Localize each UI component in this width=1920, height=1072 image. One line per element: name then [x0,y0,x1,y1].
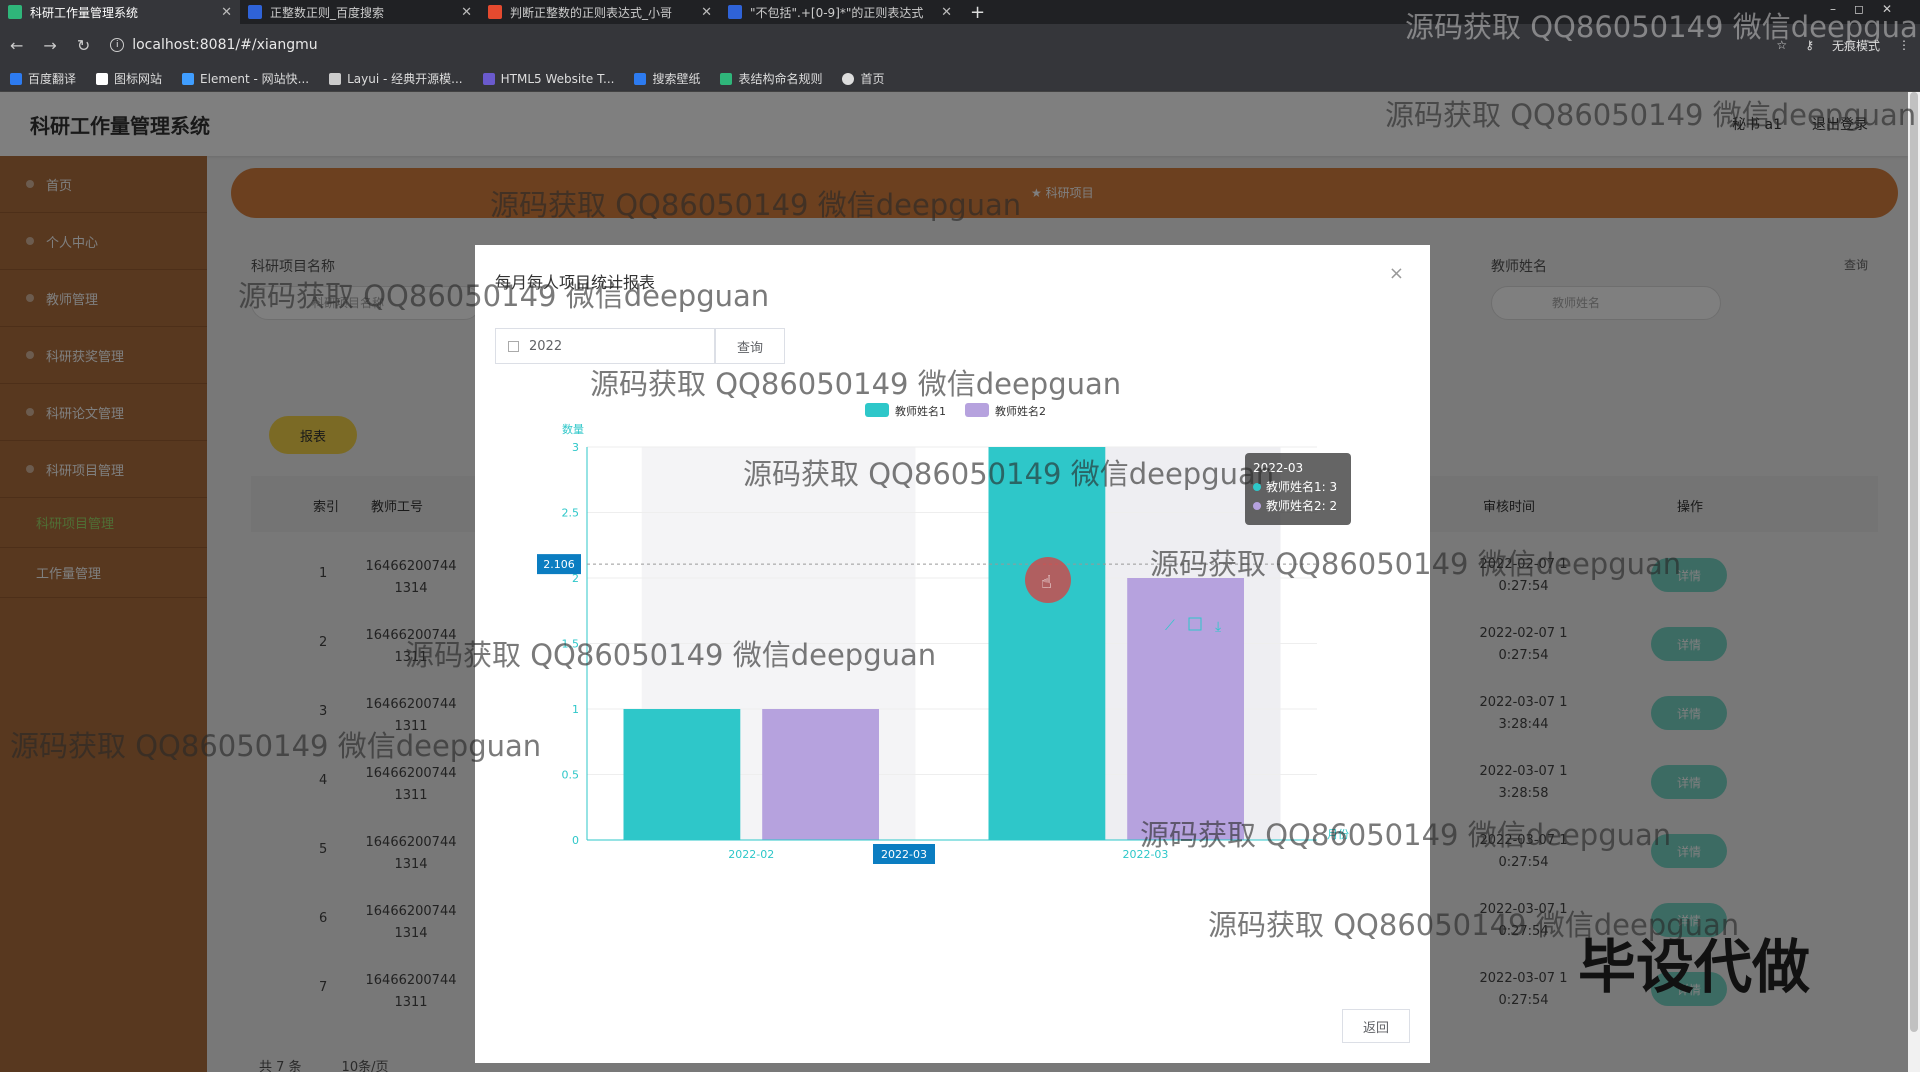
bookmark-item[interactable]: 表结构命名规则 [720,70,822,87]
promo-stamp: 毕设代做 [1577,933,1810,1001]
browser-tabbar: 科研工作量管理系统 ✕ 正整数正则_百度搜索 ✕ 判断正整数的正则表达式_小哥 … [0,0,1920,24]
bookmark-item[interactable]: Layui - 经典开源模... [329,70,463,87]
bar-chart: 00.511.522.53数量月份2022-02 2022-032.1062022… [537,403,1349,864]
bookmark-label: HTML5 Website T... [500,71,615,86]
tab-favicon-icon [488,5,502,19]
series-dot-icon [1253,483,1261,491]
url-text: localhost:8081/#/xiangmu [132,37,318,53]
tab-title: 判断正整数的正则表达式_小哥 [510,5,673,20]
bookmark-item[interactable]: Element - 网站快... [182,70,309,87]
bar[interactable] [988,447,1106,840]
reload-icon[interactable]: ↻ [77,36,90,55]
bookmark-icon [329,72,342,85]
report-modal: 每月每人项目统计报表 × 2022 查询 0 0.5 1 1.5 2 2.5 3 数量 月份 20… [475,245,1430,1063]
tab-favicon-icon [248,5,262,19]
legend-swatch[interactable] [865,403,889,417]
bookmark-item[interactable]: 图标网站 [96,70,162,87]
url-field[interactable]: i localhost:8081/#/xiangmu [110,37,1776,53]
tab-title: 正整数正则_百度搜索 [270,5,385,20]
forward-arrow-icon[interactable]: → [43,36,56,55]
y-tick-label: 2.5 [562,507,580,520]
bar[interactable] [762,709,879,840]
bookmark-label: 搜索壁纸 [652,72,701,86]
bookmark-label: 百度翻译 [28,72,77,86]
line-chart-icon[interactable]: ⟋ [1165,618,1175,634]
tab-favicon-icon [8,5,22,19]
bookmark-label: 图标网站 [114,72,163,86]
tab-favicon-icon [728,5,742,19]
y-tick-label: 3 [572,441,579,454]
tooltip-title: 2022-03 [1253,461,1304,475]
x-tick-label: 2022-03 [1122,848,1168,861]
y-tick-label: 1 [572,703,579,716]
bookmark-label: 首页 [860,72,885,86]
download-icon[interactable]: ⤓ [1215,619,1221,635]
info-icon[interactable]: i [110,38,125,52]
bookmark-icon [634,72,647,85]
key-icon[interactable]: ⚷ [1805,38,1814,52]
bookmark-item[interactable]: 首页 [842,70,885,87]
address-bar: ← → ↻ i localhost:8081/#/xiangmu ☆ ⚷ 无痕模… [0,24,1920,66]
bar[interactable] [1127,578,1244,840]
tooltip-line: 教师姓名1: 3 [1266,480,1338,494]
page-scrollbar[interactable] [1908,92,1920,1072]
close-icon[interactable]: × [1389,263,1404,284]
hand-cursor-icon: ☝ [1041,572,1052,593]
tab-4[interactable]: "不包括".+[0-9]*"的正则表达式 ✕ [720,0,960,24]
menu-icon[interactable]: ⋮ [1898,38,1910,52]
close-icon[interactable]: ✕ [221,5,232,20]
tooltip-line: 教师姓名2: 2 [1266,499,1338,513]
legend-swatch[interactable] [965,403,989,417]
new-tab-button[interactable]: + [960,2,995,23]
pointer-x-label: 2022-03 [881,848,927,861]
bookmark-icon [10,72,22,85]
bookmark-icon [842,72,855,85]
y-axis-label: 数量 [562,423,584,436]
close-icon[interactable]: ✕ [941,5,952,20]
y-tick-label: 0 [572,834,579,847]
scrollbar-thumb[interactable] [1910,92,1918,1032]
y-tick-label: 0.5 [562,769,580,782]
bookmark-item[interactable]: HTML5 Website T... [482,71,615,86]
bookmark-label: Element - 网站快... [200,72,310,86]
incognito-label[interactable]: 无痕模式 [1832,37,1880,54]
bookmark-icon [96,72,109,85]
tab-1[interactable]: 科研工作量管理系统 ✕ [0,0,240,24]
chart-tooltip: 2022-03 教师姓名1: 3 教师姓名2: 2 [1245,453,1351,525]
close-icon[interactable]: ✕ [461,5,472,20]
bookmark-label: Layui - 经典开源模... [347,72,463,86]
tab-title: 科研工作量管理系统 [30,5,139,20]
bookmarks-bar: 百度翻译 图标网站 Element - 网站快... Layui - 经典开源模… [0,66,1920,92]
tab-3[interactable]: 判断正整数的正则表达式_小哥 ✕ [480,0,720,24]
y-tick-label: 1.5 [562,638,580,651]
x-tick-label: 2022-02 [728,848,774,861]
series-dot-icon [1253,502,1261,510]
tab-title: "不包括".+[0-9]*"的正则表达式 [750,5,924,20]
tab-2[interactable]: 正整数正则_百度搜索 ✕ [240,0,480,24]
back-button[interactable]: 返回 [1342,1009,1410,1043]
legend-label[interactable]: 教师姓名1 [895,404,946,418]
bookmark-icon [182,72,195,85]
x-axis-label: 月份 [1327,828,1349,841]
legend-label[interactable]: 教师姓名2 [995,404,1046,418]
modal-title: 每月每人项目统计报表 [495,273,656,292]
pointer-y-label: 2.106 [543,558,575,571]
window-controls[interactable]: –◻✕ [1830,2,1910,16]
bookmark-icon [482,72,495,85]
close-icon[interactable]: ✕ [701,5,712,20]
bookmark-item[interactable]: 搜索壁纸 [634,70,700,87]
chart-legend: 教师姓名1 教师姓名2 [865,403,1046,418]
bookmark-label: 表结构命名规则 [738,72,823,86]
bookmark-icon [720,72,733,85]
back-arrow-icon[interactable]: ← [10,36,23,55]
bookmark-item[interactable]: 百度翻译 [10,70,76,87]
star-icon[interactable]: ☆ [1776,38,1787,52]
bar[interactable] [623,709,741,840]
